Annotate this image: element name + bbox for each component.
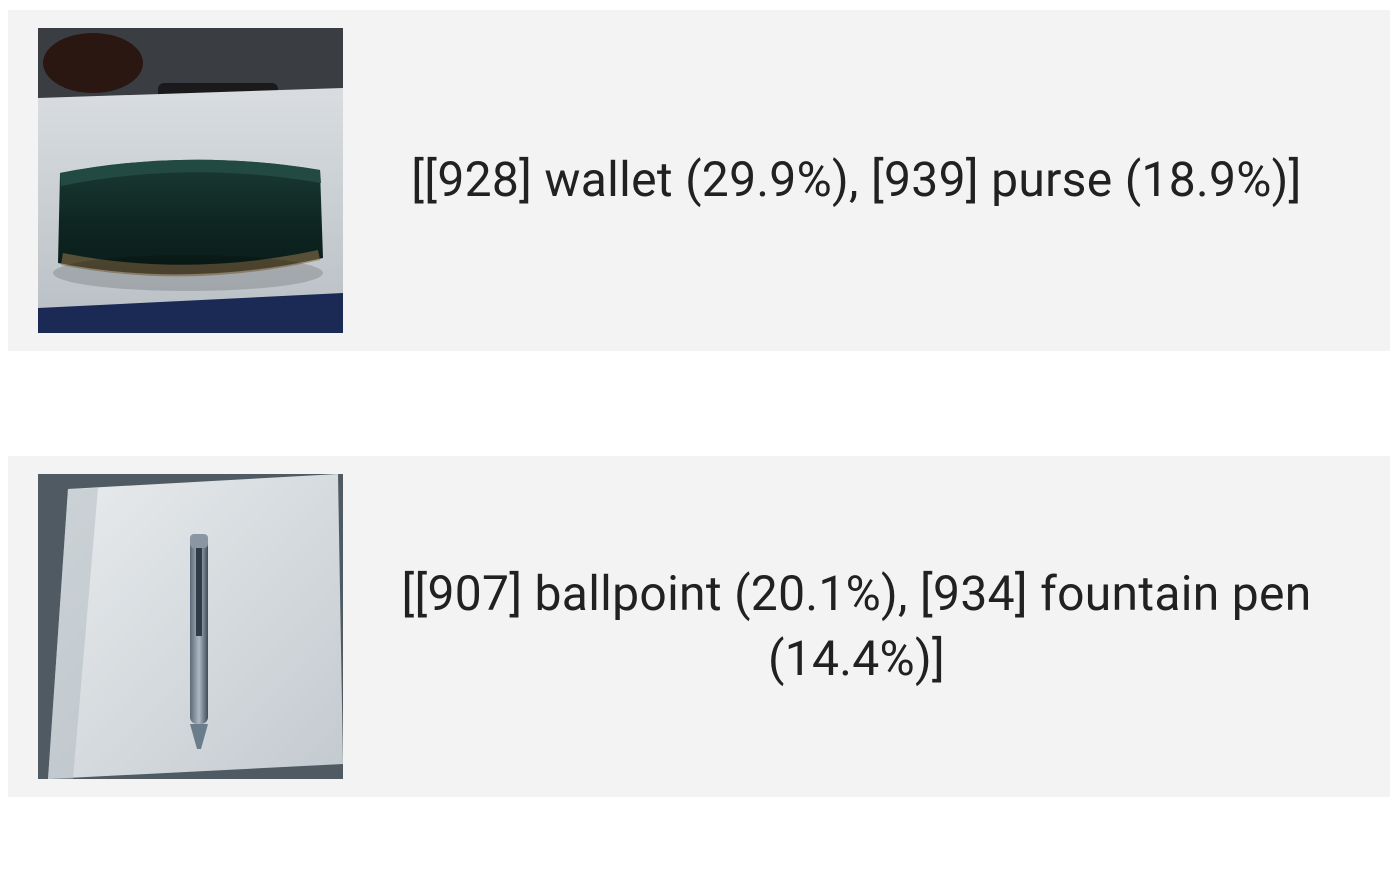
result-thumbnail [38,28,343,333]
pen-image [38,474,343,779]
classification-result-row: [[907] ballpoint (20.1%), [934] fountain… [8,456,1390,797]
prediction-label: [[907] ballpoint (20.1%), [934] fountain… [343,562,1370,692]
prediction-label: [[928] wallet (29.9%), [939] purse (18.9… [343,148,1370,213]
wallet-image [38,28,343,333]
result-thumbnail [38,474,343,779]
classification-result-row: [[928] wallet (29.9%), [939] purse (18.9… [8,10,1390,351]
